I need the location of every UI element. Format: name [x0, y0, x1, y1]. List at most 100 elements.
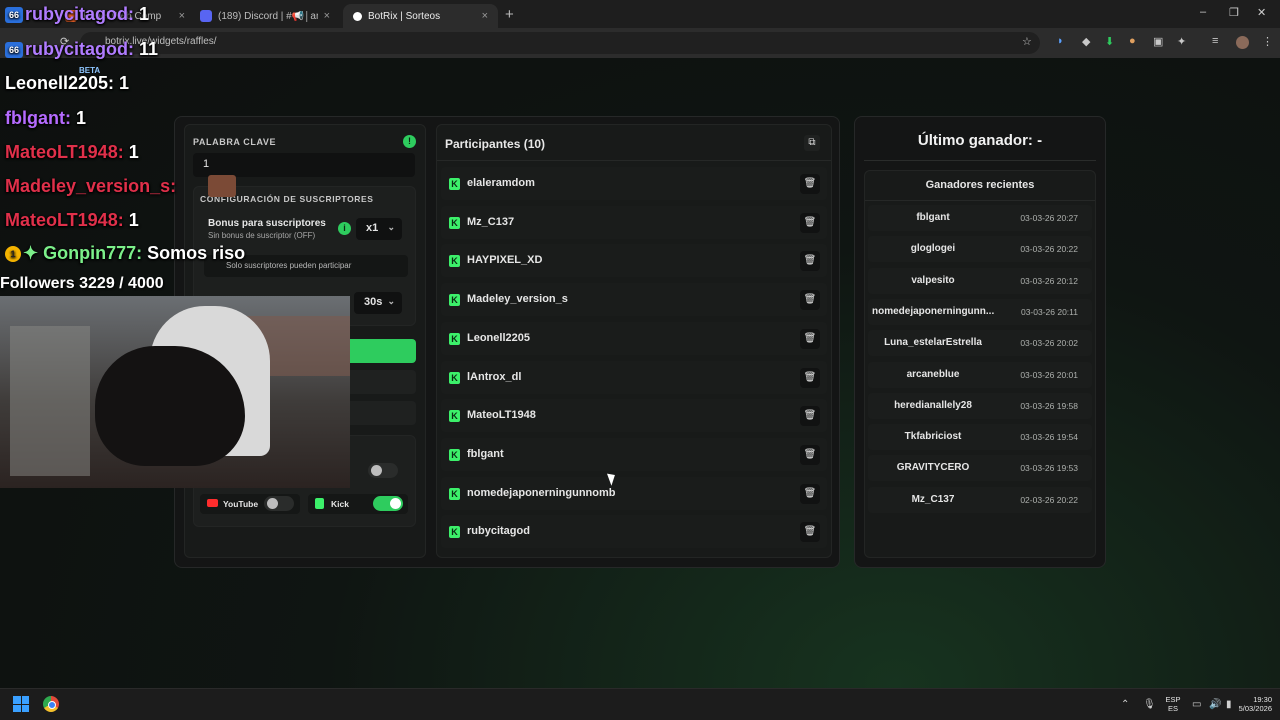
profile-avatar[interactable] [1236, 36, 1249, 49]
winner-row: fblgant 03-03-26 20:27 [868, 205, 1092, 231]
tab-botrix-sorteos[interactable]: BotRix | Sorteos × [343, 4, 498, 28]
tab-discord[interactable]: (189) Discord | #📢│anuncios × [190, 4, 340, 28]
trash-icon[interactable]: 🗑 [800, 483, 820, 504]
discord-icon [200, 10, 212, 22]
youtube-label: YouTube [223, 499, 259, 509]
participant-row: KlAntrox_dl 🗑 [441, 360, 827, 394]
trash-icon[interactable]: 🗑 [800, 328, 820, 349]
winner-row: valpesito 03-03-26 20:12 [868, 267, 1092, 294]
volume-icon[interactable]: 🔊 [1209, 699, 1221, 710]
twitch-toggle[interactable] [368, 463, 398, 478]
winner-date: 03-03-26 20:12 [1020, 275, 1078, 286]
winner-date: 03-03-26 20:11 [1020, 306, 1078, 317]
winner-row: Mz_C137 02-03-26 20:22 [868, 486, 1092, 513]
extension-icon[interactable]: ▣ [1153, 35, 1163, 48]
trash-icon[interactable]: 🗑 [800, 290, 820, 311]
clock[interactable]: 19:30 5/03/2026 [1226, 695, 1272, 713]
winner-row: GRAVITYCERO 03-03-26 19:53 [868, 455, 1092, 482]
kick-icon: K [449, 487, 460, 500]
chevron-up-icon[interactable]: ⌃ [1121, 699, 1129, 710]
toggle-knob [371, 465, 382, 476]
winner-date: 02-03-26 20:22 [1020, 494, 1078, 505]
participant-name: fblgant [467, 447, 504, 460]
chevron-down-icon: ⌄ [387, 296, 395, 306]
participant-row: Kfblgant 🗑 [441, 437, 827, 471]
winner-row: Luna_estelarEstrella 03-03-26 20:02 [868, 330, 1092, 357]
webcam-person [95, 346, 245, 466]
kick-icon: K [449, 371, 460, 384]
secondary-button[interactable] [340, 401, 416, 425]
sparkle-icon: ✦ [23, 243, 44, 263]
participant-row: K Madeley_version_s 🗑 [441, 283, 827, 317]
secondary-button[interactable] [340, 370, 416, 394]
multiplier-select[interactable]: x1 ⌄ [356, 218, 402, 240]
start-raffle-button[interactable] [340, 339, 416, 363]
chat-username: MateoLT1948: [5, 210, 124, 230]
address-bar[interactable] [80, 32, 1040, 54]
trash-icon[interactable]: 🗑 [800, 522, 820, 543]
trash-icon[interactable]: 🗑 [800, 444, 820, 465]
language-indicator[interactable]: ESP ES [1163, 695, 1183, 713]
toggle-knob [390, 498, 401, 509]
divider [865, 200, 1095, 201]
timer-select[interactable]: 30s ⌄ [354, 292, 402, 314]
close-tab-icon[interactable]: × [482, 10, 488, 22]
extension-icon[interactable]: ● [1129, 35, 1136, 47]
minimize-button[interactable]: – [1200, 6, 1206, 18]
network-icon[interactable]: ▭ [1192, 699, 1201, 710]
subscriber-badge-icon: 66 [5, 42, 23, 58]
microphone-icon[interactable]: 🎙 [1143, 699, 1156, 710]
kick-icon: K [449, 178, 460, 190]
chat-username: rubycitagod: [25, 4, 135, 24]
chat-username: Leonell2205: [5, 73, 115, 93]
winner-date: 03-03-26 19:54 [1020, 432, 1078, 443]
chat-message: Leonell2205: 1 [5, 73, 129, 94]
participant-name: nomedejaponerningunnomb [467, 486, 616, 499]
participant-name: Madeley_version_s [467, 293, 568, 306]
winner-name: arcaneblue [906, 368, 960, 380]
keyword-input[interactable]: 1 [193, 153, 415, 177]
info-icon[interactable]: ! [403, 135, 416, 148]
copy-icon[interactable]: ⧉ [804, 135, 820, 151]
winner-row: gloglogei 03-03-26 20:22 [868, 236, 1092, 263]
reading-list-icon[interactable]: ≡ [1212, 35, 1218, 47]
trash-icon[interactable]: 🗑 [800, 251, 820, 272]
taskbar [0, 688, 1280, 720]
close-window-button[interactable]: ✕ [1257, 6, 1266, 19]
trash-icon[interactable]: 🗑 [800, 174, 820, 194]
chat-username: fblgant: [5, 108, 71, 128]
winner-name: Mz_C137 [911, 493, 955, 505]
info-icon[interactable]: i [338, 222, 351, 235]
bookmark-star-icon[interactable]: ☆ [1022, 35, 1032, 48]
extensions-puzzle-icon[interactable]: ✦ [1177, 35, 1186, 48]
kick-toggle[interactable] [373, 496, 403, 511]
new-tab-button[interactable]: + [505, 6, 514, 23]
winner-row: heredianallely28 03-03-26 19:58 [868, 392, 1092, 419]
close-tab-icon[interactable]: × [179, 10, 185, 22]
chat-text: Somos riso [142, 243, 246, 263]
extension-icon[interactable]: ⬇ [1105, 35, 1114, 48]
youtube-toggle[interactable] [264, 496, 294, 511]
maximize-button[interactable]: ❐ [1229, 6, 1239, 19]
chat-username: Madeley_version_s: [5, 176, 177, 196]
close-tab-icon[interactable]: × [324, 10, 330, 22]
menu-kebab-icon[interactable]: ⋮ [1262, 35, 1273, 48]
chat-text: 11 [134, 39, 159, 59]
chat-text: 1 [123, 210, 139, 230]
winner-date: 03-03-26 19:53 [1020, 463, 1078, 474]
chat-text: 1 [123, 142, 139, 162]
trash-icon[interactable]: 🗑 [800, 406, 820, 427]
last-winner-heading: Último ganador: - [917, 132, 1043, 149]
trash-icon[interactable]: 🗑 [800, 367, 820, 388]
extension-icon[interactable]: ◆ [1082, 35, 1090, 48]
chat-message: Madeley_version_s: [5, 176, 176, 197]
trash-icon[interactable]: 🗑 [800, 212, 820, 233]
windows-start-icon[interactable] [13, 696, 29, 712]
participant-name: HAYPIXEL_XD [467, 254, 543, 267]
participant-name: rubycitagod [467, 525, 530, 538]
winner-date: 03-03-26 20:01 [1020, 369, 1078, 380]
subscriber-badge-icon: 66 [5, 7, 23, 23]
kick-icon [315, 498, 324, 509]
chrome-icon[interactable] [43, 696, 59, 712]
extension-icon[interactable]: ◗ [1057, 35, 1064, 47]
